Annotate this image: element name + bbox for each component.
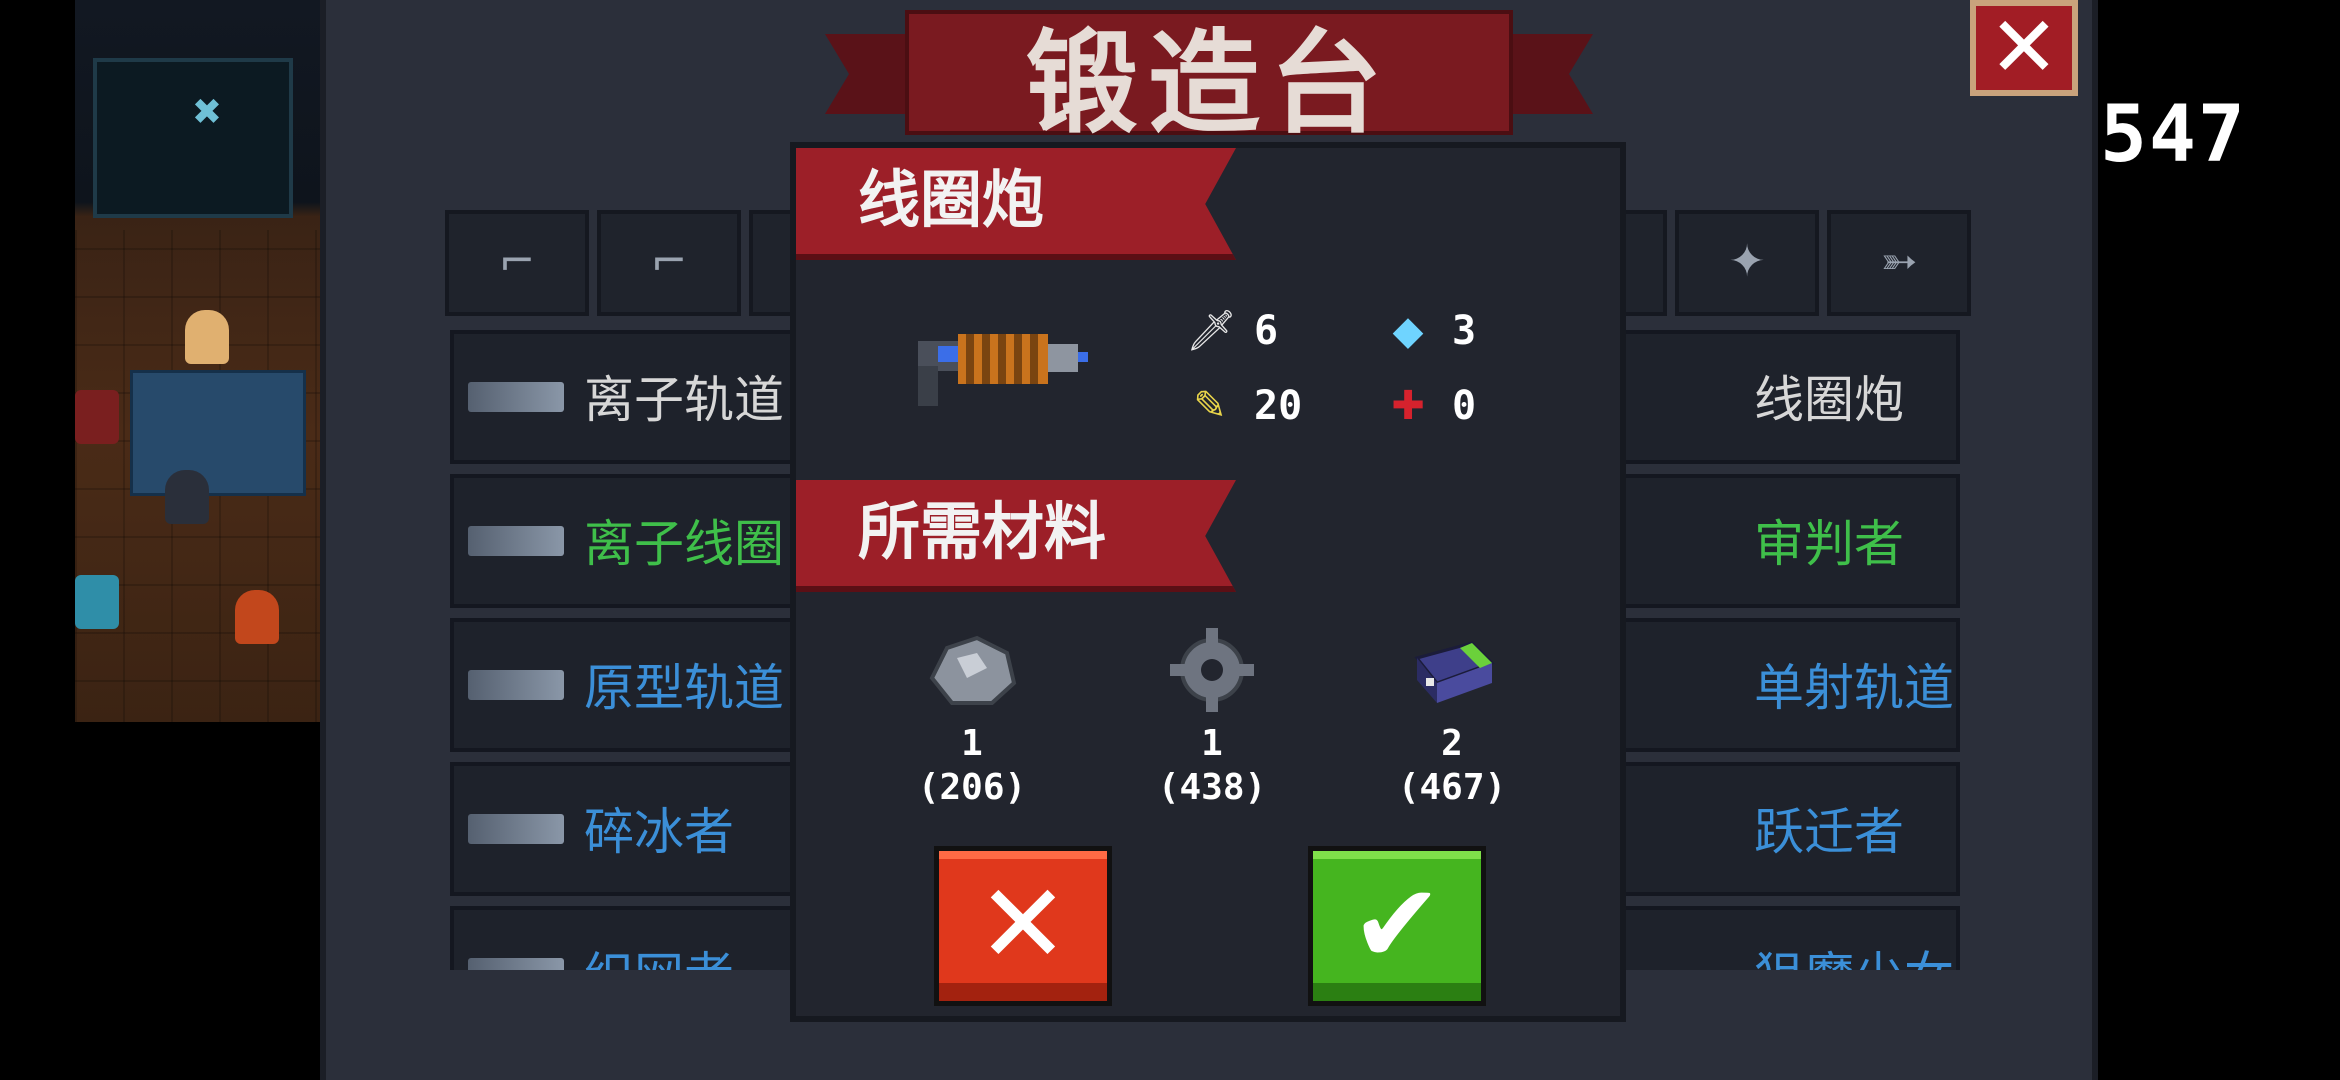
forge-dialog: 线圈炮 🗡 6 ◆ 3 ✎ 20 ✚ 0 所需材料 1 (206) 1 (438… bbox=[790, 142, 1626, 1022]
npc-character bbox=[75, 390, 119, 444]
weapon-name: 单射轨道炮 bbox=[1754, 659, 1956, 717]
weapon-icon bbox=[468, 670, 564, 700]
sword-icon: 🗡 bbox=[1186, 308, 1237, 354]
list-item[interactable]: 跃迁者 bbox=[1590, 762, 1960, 896]
weapon-name: 线圈炮 bbox=[1754, 371, 1904, 429]
gem-counter: 547 bbox=[2100, 95, 2240, 175]
weapon-name: 审判者 bbox=[1754, 515, 1904, 573]
stat-value: 3 bbox=[1452, 308, 1477, 354]
confirm-forge-button[interactable]: ✔ bbox=[1308, 846, 1486, 1006]
weapon-name-ribbon: 线圈炮 bbox=[796, 148, 1236, 260]
npc-character bbox=[235, 590, 279, 644]
battery-icon bbox=[1414, 641, 1495, 703]
tab-rifle[interactable]: ⌐ bbox=[597, 210, 741, 316]
material-ore: 1 (206) bbox=[892, 618, 1052, 810]
weapon-name: 狙魔少女 bbox=[1754, 936, 1954, 970]
material-owned: (206) bbox=[917, 767, 1027, 808]
list-item[interactable]: 狙魔少女 bbox=[1590, 906, 1960, 970]
stat-value: 20 bbox=[1254, 383, 1303, 429]
list-item[interactable]: 单射轨道炮 bbox=[1590, 618, 1960, 752]
weapon-name: 离子轨道 bbox=[584, 371, 784, 429]
tab-staff[interactable]: ✦ bbox=[1675, 210, 1819, 316]
game-scene: ✖ bbox=[75, 0, 325, 722]
materials-title: 所需材料 bbox=[858, 495, 1107, 568]
weapon-icon bbox=[468, 382, 564, 412]
cancel-button[interactable]: ✕ bbox=[934, 846, 1112, 1006]
list-item[interactable]: 线圈炮 bbox=[1590, 330, 1960, 464]
weapon-name: 跃迁者 bbox=[1754, 803, 1904, 861]
diamond-icon: ◆ bbox=[1392, 308, 1424, 354]
npc-character bbox=[75, 575, 119, 629]
material-required: 1 bbox=[961, 723, 983, 764]
close-button[interactable]: ✕ bbox=[1970, 0, 2078, 96]
weapon-name: 碎冰者 bbox=[584, 803, 734, 861]
list-item[interactable]: 审判者 bbox=[1590, 474, 1960, 608]
material-required: 2 bbox=[1441, 723, 1463, 764]
tab-pistol[interactable]: ⌐ bbox=[445, 210, 589, 316]
dining-table bbox=[130, 370, 306, 496]
weapon-name: 离子线圈 bbox=[584, 515, 784, 573]
forge-title: 锻造台 bbox=[1026, 19, 1392, 149]
stat-value: 0 bbox=[1452, 383, 1477, 429]
weapon-icon bbox=[468, 526, 564, 556]
npc-character bbox=[165, 470, 209, 524]
weapon-name: 织网者 bbox=[584, 936, 734, 970]
coil-gun-icon bbox=[918, 334, 1088, 406]
ore-icon bbox=[929, 635, 1017, 705]
stat-value: 6 bbox=[1254, 308, 1279, 354]
crossed-swords-icon: ✖ bbox=[191, 92, 223, 133]
bullet-icon: ✎ bbox=[1193, 383, 1227, 429]
material-owned: (438) bbox=[1157, 767, 1267, 808]
weapon-icon bbox=[468, 814, 564, 844]
weapon-icon bbox=[468, 958, 564, 970]
weapon-name: 原型轨道 bbox=[584, 659, 784, 717]
portal-door bbox=[93, 58, 293, 218]
tab-fish[interactable]: ➳ bbox=[1827, 210, 1971, 316]
crosshair-icon: ✚ bbox=[1391, 383, 1425, 429]
material-gear: 1 (438) bbox=[1132, 618, 1292, 810]
materials-ribbon: 所需材料 bbox=[796, 480, 1236, 592]
weapon-title: 线圈炮 bbox=[858, 163, 1045, 236]
material-battery: 2 (467) bbox=[1372, 618, 1532, 810]
gear-icon bbox=[1170, 628, 1254, 712]
forge-title-banner: 锻造台 bbox=[905, 10, 1513, 149]
npc-character bbox=[185, 310, 229, 364]
material-required: 1 bbox=[1201, 723, 1223, 764]
material-owned: (467) bbox=[1397, 767, 1507, 808]
